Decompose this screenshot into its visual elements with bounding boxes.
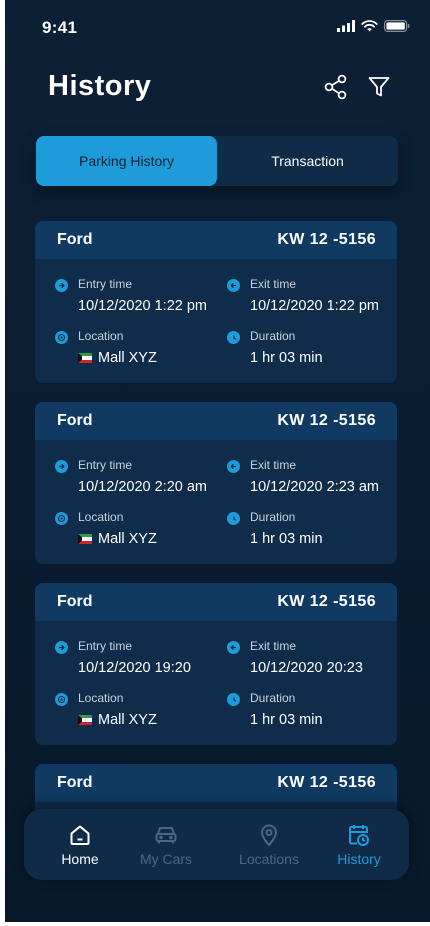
entry-time-label: Entry time: [78, 639, 133, 653]
history-segmented-control: Parking History Transaction: [36, 136, 398, 186]
calendar-clock-icon: [349, 825, 369, 846]
tab-locations[interactable]: Locations: [233, 809, 305, 880]
location-target-icon: [55, 512, 68, 525]
exit-time-value: 10/12/2020 1:22 pm: [250, 298, 379, 314]
duration-label: Duration: [250, 510, 296, 524]
exit-time-label: Exit time: [250, 458, 297, 472]
tab-my-cars-label: My Cars: [139, 851, 193, 867]
location-name: Mall XYZ: [98, 712, 157, 728]
parking-record-card[interactable]: Ford KW 12 -5156: [35, 764, 397, 811]
tab-history-label: History: [337, 851, 381, 867]
page-title: History: [48, 70, 152, 102]
wifi-icon: [361, 20, 378, 32]
entry-time-label: Entry time: [78, 458, 133, 472]
duration-value: 1 hr 03 min: [250, 350, 323, 366]
exit-arrow-icon: [227, 641, 240, 654]
duration-label: Duration: [250, 691, 296, 705]
duration-value: 1 hr 03 min: [250, 712, 323, 728]
tab-home[interactable]: Home: [54, 809, 106, 880]
header: History: [5, 60, 430, 120]
location-value: Mall XYZ: [78, 531, 157, 547]
entry-time-label: Entry time: [78, 277, 133, 291]
signal-icon: [337, 20, 355, 32]
bottom-tab-bar: Home My Cars Locations History: [24, 809, 409, 880]
filter-icon: [368, 77, 390, 97]
entry-arrow-icon: [55, 279, 68, 292]
entry-time-value: 10/12/2020 2:20 am: [78, 479, 207, 495]
location-label: Location: [78, 329, 124, 343]
status-time: 9:41: [42, 18, 78, 37]
location-value: Mall XYZ: [78, 712, 157, 728]
card-body: Entry time 10/12/2020 19:20 Exit time 10…: [35, 621, 397, 745]
kuwait-flag-icon: [78, 534, 92, 544]
plate-number: KW 12 -5156: [277, 231, 376, 248]
location-name: Mall XYZ: [98, 350, 157, 366]
filter-button[interactable]: [364, 72, 394, 102]
duration-label: Duration: [250, 329, 296, 343]
status-bar: 9:41: [5, 0, 430, 56]
car-brand: Ford: [57, 231, 93, 248]
car-brand: Ford: [57, 774, 93, 791]
car-brand: Ford: [57, 593, 93, 610]
exit-arrow-icon: [227, 460, 240, 473]
parking-record-card[interactable]: Ford KW 12 -5156 Entry time 10/12/2020 1…: [35, 583, 397, 745]
plate-number: KW 12 -5156: [277, 412, 376, 429]
exit-time-label: Exit time: [250, 277, 297, 291]
tab-history[interactable]: History: [329, 809, 389, 880]
plate-number: KW 12 -5156: [277, 774, 376, 791]
share-icon: [324, 74, 347, 100]
car-icon: [155, 827, 177, 844]
car-brand: Ford: [57, 412, 93, 429]
card-header: Ford KW 12 -5156: [35, 583, 397, 621]
card-header: Ford KW 12 -5156: [35, 764, 397, 802]
location-target-icon: [55, 693, 68, 706]
tab-locations-label: Locations: [239, 851, 299, 867]
location-target-icon: [55, 331, 68, 344]
plate-number: KW 12 -5156: [277, 593, 376, 610]
clock-icon: [227, 512, 240, 525]
tab-transaction[interactable]: Transaction: [217, 136, 398, 186]
duration-value: 1 hr 03 min: [250, 531, 323, 547]
parking-record-card[interactable]: Ford KW 12 -5156 Entry time 10/12/2020 2…: [35, 402, 397, 564]
exit-time-value: 10/12/2020 20:23: [250, 660, 363, 676]
share-button[interactable]: [321, 72, 351, 102]
clock-icon: [227, 331, 240, 344]
battery-icon: [384, 20, 410, 32]
card-header: Ford KW 12 -5156: [35, 402, 397, 440]
entry-arrow-icon: [55, 460, 68, 473]
home-icon: [70, 825, 90, 845]
exit-time-label: Exit time: [250, 639, 297, 653]
tab-home-label: Home: [61, 851, 99, 867]
parking-history-list[interactable]: Ford KW 12 -5156 Entry time 10/12/2020 1…: [35, 221, 397, 811]
exit-arrow-icon: [227, 279, 240, 292]
clock-icon: [227, 693, 240, 706]
card-body: Entry time 10/12/2020 2:20 am Exit time …: [35, 440, 397, 564]
location-label: Location: [78, 510, 124, 524]
tab-parking-history[interactable]: Parking History: [36, 136, 217, 186]
kuwait-flag-icon: [78, 353, 92, 363]
entry-arrow-icon: [55, 641, 68, 654]
location-value: Mall XYZ: [78, 350, 157, 366]
exit-time-value: 10/12/2020 2:23 am: [250, 479, 379, 495]
status-icons: [337, 20, 410, 32]
tab-my-cars[interactable]: My Cars: [136, 809, 196, 880]
location-pin-icon: [260, 824, 278, 847]
kuwait-flag-icon: [78, 715, 92, 725]
parking-record-card[interactable]: Ford KW 12 -5156 Entry time 10/12/2020 1…: [35, 221, 397, 383]
app-screen: 9:41 History Parking History Transaction…: [5, 0, 430, 922]
location-label: Location: [78, 691, 124, 705]
entry-time-value: 10/12/2020 1:22 pm: [78, 298, 207, 314]
entry-time-value: 10/12/2020 19:20: [78, 660, 191, 676]
card-body: Entry time 10/12/2020 1:22 pm Exit time …: [35, 259, 397, 383]
card-header: Ford KW 12 -5156: [35, 221, 397, 259]
location-name: Mall XYZ: [98, 531, 157, 547]
